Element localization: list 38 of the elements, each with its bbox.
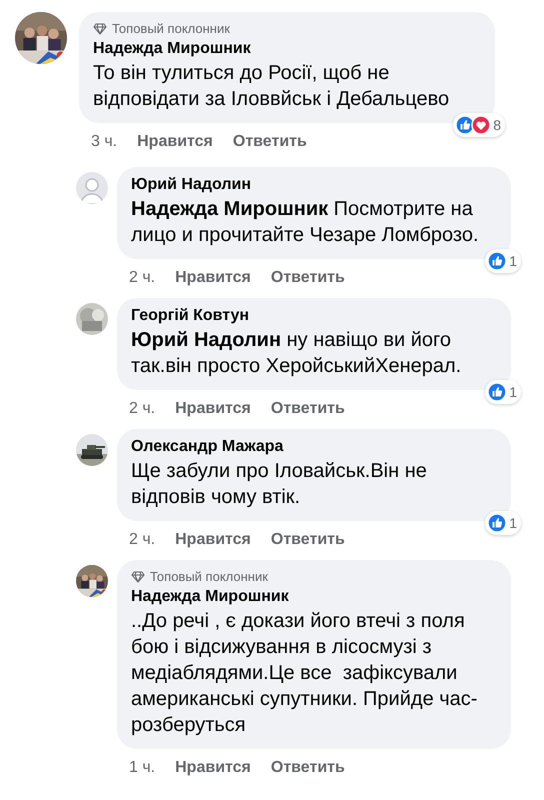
reply-link[interactable]: Ответить xyxy=(270,400,345,418)
comment-time: 2 ч. xyxy=(129,531,156,549)
like-link[interactable]: Нравится xyxy=(175,759,251,777)
comment-text: Юрий Надолин ну навіщо ви його так.він просто ХеройськийХенерал. xyxy=(131,328,462,379)
comment-time: 2 ч. xyxy=(129,400,156,418)
reply-link[interactable]: Ответить xyxy=(270,759,345,777)
reaction-badge[interactable]: 1 xyxy=(485,380,521,404)
reply-link[interactable]: Ответить xyxy=(270,269,345,287)
author-name[interactable]: Юрий Надолин xyxy=(131,176,497,194)
comment-text: ..До речі , є докази його втечі з поля бою і відсижування в лісосмузі з медіаблядями.Це все зафіксували американські супутники. Прийде час- розберуться xyxy=(131,609,478,738)
comment-text: Надежда Мирошник Посмотрите на лицо и прочитайте Чезаре Ломброзо. xyxy=(131,197,480,248)
comment-text: Ще забули про Іловайськ.Він не відповів чому втік. xyxy=(131,459,428,510)
author-name[interactable]: Олександр Мажара xyxy=(131,438,497,456)
like-reaction-icon xyxy=(487,382,508,402)
like-reaction-icon xyxy=(487,513,508,533)
diamond-icon xyxy=(93,22,107,34)
badge-label: Топовый поклонник xyxy=(112,21,230,36)
like-reaction-icon xyxy=(455,115,476,135)
like-link[interactable]: Нравится xyxy=(175,531,251,549)
comment-time: 2 ч. xyxy=(129,269,156,287)
like-link[interactable]: Нравится xyxy=(137,133,213,151)
like-link[interactable]: Нравится xyxy=(175,269,251,287)
badge-label: Топовый поклонник xyxy=(150,569,268,584)
reaction-badge[interactable]: 8 xyxy=(453,113,505,137)
diamond-icon xyxy=(131,570,145,582)
like-link[interactable]: Нравится xyxy=(175,400,251,418)
like-reaction-icon xyxy=(487,251,508,271)
reply-link[interactable]: Ответить xyxy=(232,133,307,151)
reaction-badge[interactable]: 1 xyxy=(485,511,521,535)
reply-link[interactable]: Ответить xyxy=(270,531,345,549)
reaction-badge[interactable]: 1 xyxy=(485,249,521,273)
comment-time: 1 ч. xyxy=(129,759,156,777)
comment-text: То він тулиться до Росії, щоб не відповідати за Іловвйськ і Дебальцево xyxy=(93,61,450,112)
author-name[interactable]: Надежда Мирошник xyxy=(93,40,481,58)
author-name[interactable]: Георгій Ковтун xyxy=(131,307,497,325)
comment-time: 3 ч. xyxy=(91,133,118,151)
author-name[interactable]: Надежда Мирошник xyxy=(131,588,497,606)
heart-reaction-icon xyxy=(471,115,492,135)
